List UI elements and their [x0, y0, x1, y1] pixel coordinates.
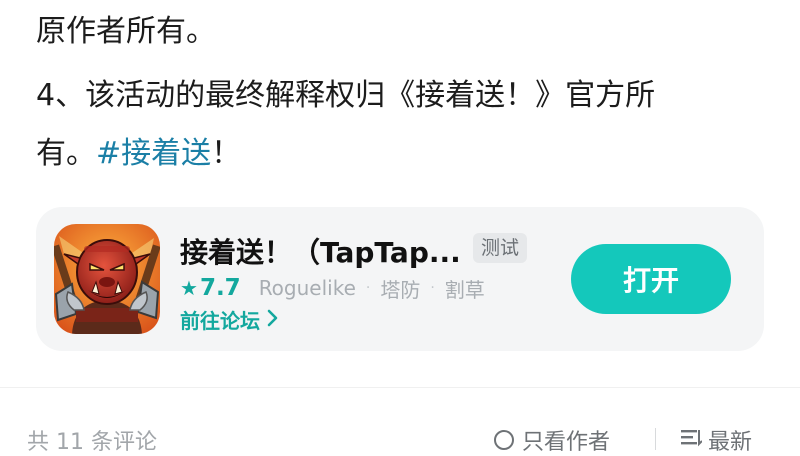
vertical-divider: [655, 428, 656, 450]
test-badge: 测试: [473, 233, 528, 263]
post-text-line: 4、该活动的最终解释权归《接着送！》官方所: [36, 78, 656, 113]
app-card[interactable]: 接着送！（TapTap... 测试 ★ 7.7 Roguelike · 塔防 ·…: [36, 207, 764, 351]
post-text-line: 有。#接着送！: [36, 134, 241, 174]
hashtag-link[interactable]: #接着送: [96, 136, 211, 171]
app-meta-row: ★ 7.7 Roguelike · 塔防 · 割草: [180, 273, 485, 303]
star-icon: ★: [180, 276, 198, 300]
author-only-toggle[interactable]: 只看作者: [494, 424, 610, 456]
app-tag[interactable]: 割草: [445, 274, 485, 303]
forum-link-label: 前往论坛: [180, 309, 260, 333]
forum-link[interactable]: 前往论坛: [180, 305, 278, 334]
tag-separator: ·: [430, 280, 435, 296]
tag-separator: ·: [365, 280, 371, 296]
author-only-label: 只看作者: [522, 430, 611, 455]
post-text-fragment: ！: [211, 136, 242, 171]
chevron-right-icon: [266, 308, 278, 332]
sort-icon: [680, 427, 703, 453]
sort-latest-button[interactable]: 最新: [680, 424, 752, 456]
app-tag[interactable]: 塔防: [380, 274, 420, 303]
app-tag[interactable]: Roguelike: [259, 276, 356, 300]
comment-count: 共 11 条评论: [27, 430, 157, 455]
app-name[interactable]: 接着送！（TapTap...: [180, 231, 461, 271]
post-text-fragment: 有。: [36, 136, 96, 171]
section-divider: [0, 387, 800, 388]
sort-latest-label: 最新: [708, 430, 753, 455]
post-text-line: 原作者所有。: [36, 14, 216, 49]
open-app-button[interactable]: 打开: [571, 244, 731, 314]
app-rating: 7.7: [199, 275, 241, 301]
orc-warrior-icon: [54, 224, 160, 334]
radio-circle-icon: [494, 430, 514, 450]
app-icon[interactable]: [54, 224, 160, 334]
